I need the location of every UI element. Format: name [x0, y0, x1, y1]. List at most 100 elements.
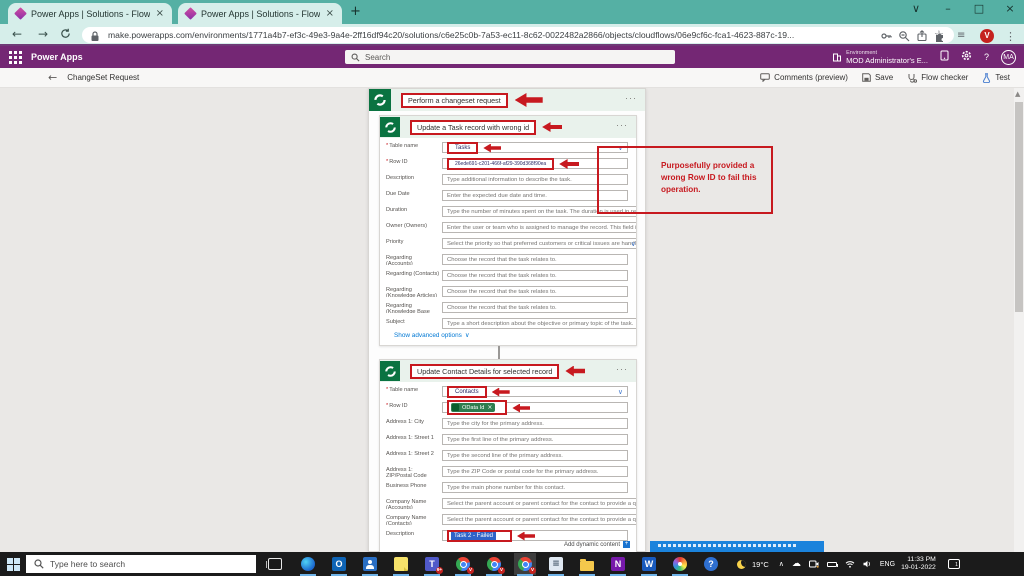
field-input[interactable]: Enter the user or team who is assigned t…: [442, 222, 637, 233]
field-input[interactable]: Choose the record that the task relates …: [442, 302, 628, 313]
dynamic-content-pill[interactable]: OData Id×: [451, 403, 495, 412]
tray-expand-chevron-icon[interactable]: ∧: [779, 560, 784, 568]
scope-header[interactable]: Perform a changeset request ···: [369, 89, 645, 111]
taskbar-app-folder[interactable]: [579, 556, 595, 572]
field-input[interactable]: Contacts ∨: [442, 386, 628, 397]
save-button[interactable]: Save: [862, 73, 893, 82]
taskbar-app-outlook[interactable]: O: [331, 556, 347, 572]
clock[interactable]: 11:33 PM 19-01-2022: [901, 556, 936, 572]
scope-menu-button[interactable]: ···: [625, 93, 637, 103]
help-icon[interactable]: ?: [984, 52, 989, 62]
back-icon[interactable]: ←: [48, 71, 57, 84]
canvas-scrollbar[interactable]: ▲: [1014, 88, 1024, 552]
notification-center-icon[interactable]: 1: [948, 559, 960, 569]
extensions-puzzle-icon[interactable]: [934, 30, 946, 42]
scrollbar-thumb[interactable]: [1015, 102, 1023, 312]
field-input[interactable]: Select the priority so that preferred cu…: [442, 238, 637, 249]
share-icon[interactable]: [916, 29, 928, 41]
gear-icon[interactable]: [961, 48, 972, 66]
chevron-down-icon[interactable]: ∨: [618, 388, 623, 396]
field-input[interactable]: Type the main phone number for this cont…: [442, 482, 628, 493]
waffle-icon[interactable]: [9, 51, 22, 64]
window-close-icon[interactable]: ×: [998, 2, 1022, 15]
field-value-annotated[interactable]: 26ede691-c201-466f-af29-390d368f90ea: [447, 158, 554, 170]
field-value-annotated[interactable]: Task 2 - Failed: [447, 530, 512, 542]
test-button[interactable]: Test: [982, 73, 1010, 83]
window-maximize-icon[interactable]: □: [967, 2, 991, 15]
flow-checker-button[interactable]: Flow checker: [907, 73, 968, 83]
taskbar-app-onenote[interactable]: N: [610, 556, 626, 572]
field-input[interactable]: Choose the record that the task relates …: [442, 270, 628, 281]
meet-now-icon[interactable]: [809, 555, 819, 573]
browser-tab-1[interactable]: Power Apps | Solutions - Flows ×: [8, 3, 172, 24]
taskbar-search-input[interactable]: Type here to search: [26, 555, 256, 573]
browser-tab-2[interactable]: Power Apps | Solutions - Flows ×: [178, 3, 342, 24]
tab-close-icon[interactable]: ×: [156, 8, 164, 19]
comments-button[interactable]: Comments (preview): [760, 73, 848, 82]
password-key-icon[interactable]: [880, 29, 892, 41]
zoom-icon[interactable]: [898, 29, 910, 41]
chevron-down-icon[interactable]: ∨: [631, 240, 636, 248]
new-tab-button[interactable]: +: [350, 4, 361, 19]
tab-close-icon[interactable]: ×: [326, 8, 334, 19]
action-title[interactable]: Update Contact Details for selected reco…: [410, 364, 559, 379]
taskbar-app-teams[interactable]: T9+: [424, 556, 440, 572]
refresh-icon[interactable]: [60, 28, 71, 42]
taskbar-app-word[interactable]: W: [641, 556, 657, 572]
reading-list-icon[interactable]: ≡: [957, 30, 969, 42]
taskbar-app-people[interactable]: [362, 556, 378, 572]
field-input[interactable]: Task 2 - Failed: [442, 530, 628, 541]
action-menu-button[interactable]: ···: [616, 120, 628, 130]
field-input[interactable]: Choose the record that the task relates …: [442, 254, 628, 265]
window-menu-icon[interactable]: ∨: [904, 2, 928, 15]
taskbar-app-chrome[interactable]: V: [517, 556, 533, 572]
action-header[interactable]: Update Contact Details for selected reco…: [380, 360, 636, 382]
url-text[interactable]: make.powerapps.com/environments/1771a4b7…: [108, 30, 874, 40]
taskbar-app-edge[interactable]: [300, 556, 316, 572]
taskbar-app-sticky[interactable]: [393, 556, 409, 572]
battery-icon[interactable]: [827, 562, 837, 567]
action-menu-button[interactable]: ···: [616, 364, 628, 374]
back-icon[interactable]: ←: [12, 27, 22, 41]
show-advanced-options-link[interactable]: Show advanced options∨: [394, 331, 470, 339]
field-input[interactable]: Select the parent account or parent cont…: [442, 514, 637, 525]
field-value-annotated[interactable]: Contacts: [447, 386, 487, 398]
browser-profile-avatar[interactable]: V: [980, 29, 994, 43]
app-search-input[interactable]: Search: [345, 50, 675, 64]
action-header[interactable]: Update a Task record with wrong id ···: [380, 116, 636, 138]
url-bar[interactable]: make.powerapps.com/environments/1771a4b7…: [82, 27, 954, 43]
field-input[interactable]: Type the first line of the primary addre…: [442, 434, 628, 445]
environment-picker[interactable]: Environment MOD Administrator's E...: [832, 49, 928, 65]
onedrive-cloud-icon[interactable]: ☁: [792, 559, 801, 569]
window-minimize-icon[interactable]: –: [936, 2, 960, 15]
taskbar-app-chrome[interactable]: V: [455, 556, 471, 572]
field-input[interactable]: Type the ZIP Code or postal code for the…: [442, 466, 628, 477]
scroll-up-icon[interactable]: ▲: [1015, 90, 1020, 98]
scope-title[interactable]: Perform a changeset request: [401, 93, 508, 108]
field-value-annotated[interactable]: Tasks: [447, 142, 478, 154]
field-input[interactable]: Type the city for the primary address.: [442, 418, 628, 429]
field-input[interactable]: Type the second line of the primary addr…: [442, 450, 628, 461]
action-card-update-contact[interactable]: Update Contact Details for selected reco…: [379, 359, 637, 552]
start-button[interactable]: [0, 552, 26, 576]
volume-icon[interactable]: [863, 555, 872, 573]
taskbar-app-notepad[interactable]: ≡: [548, 556, 564, 572]
night-light-moon-icon[interactable]: [737, 560, 746, 569]
action-title[interactable]: Update a Task record with wrong id: [410, 120, 536, 135]
device-icon[interactable]: [940, 48, 949, 66]
taskbar-app-help[interactable]: ?: [703, 556, 719, 572]
field-value-annotated[interactable]: OData Id×: [447, 400, 507, 415]
add-dynamic-content-button[interactable]: Add dynamic content+: [564, 541, 630, 548]
user-avatar[interactable]: MA: [1001, 50, 1016, 65]
language-indicator[interactable]: ENG: [880, 561, 895, 568]
task-view-icon[interactable]: [268, 558, 282, 570]
app-brand[interactable]: Power Apps: [31, 52, 83, 62]
taskbar-app-paint[interactable]: [672, 556, 688, 572]
field-input[interactable]: OData Id×: [442, 402, 628, 413]
temperature-readout[interactable]: 19°C: [752, 560, 769, 569]
field-input[interactable]: Select the parent account or parent cont…: [442, 498, 637, 509]
field-input[interactable]: Choose the record that the task relates …: [442, 286, 628, 297]
pill-remove-icon[interactable]: ×: [487, 404, 492, 411]
wifi-icon[interactable]: [845, 555, 855, 573]
taskbar-app-chrome[interactable]: V: [486, 556, 502, 572]
